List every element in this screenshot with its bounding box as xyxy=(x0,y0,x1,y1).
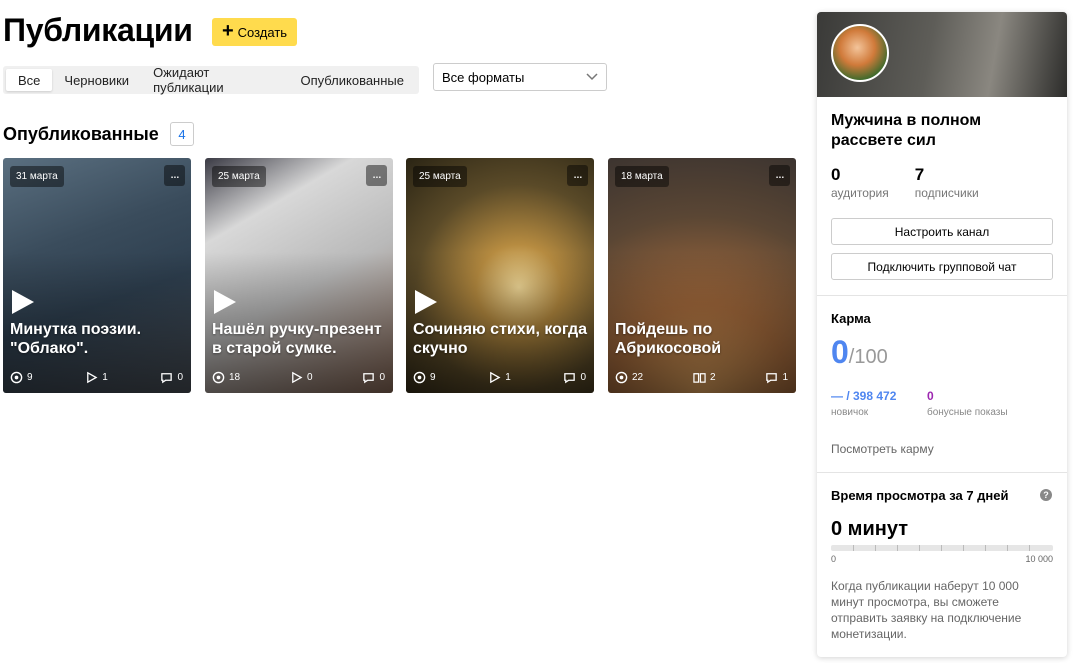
comment-icon xyxy=(564,373,576,384)
group-chat-button[interactable]: Подключить групповой чат xyxy=(831,253,1053,280)
progress-min: 0 xyxy=(831,554,837,564)
karma-bonus-value: 0 xyxy=(927,389,934,403)
channel-sidebar: Мужчина в полном рассвете сил 0 аудитори… xyxy=(817,12,1067,657)
subscribers-count: 7 xyxy=(914,165,925,184)
divider xyxy=(817,295,1067,296)
plus-icon: + xyxy=(221,20,234,42)
views-count: 9 xyxy=(430,372,436,383)
tab-all[interactable]: Все xyxy=(6,69,53,91)
section-title: Опубликованные xyxy=(3,124,159,144)
karma-title: Карма xyxy=(831,311,871,326)
plays-count: 0 xyxy=(307,372,313,383)
channel-cover xyxy=(817,12,1067,97)
card-stats: 9 1 0 xyxy=(413,371,586,384)
play-icon xyxy=(415,290,437,314)
tab-pending[interactable]: Ожидают публикации xyxy=(141,65,288,95)
card-stats: 18 0 0 xyxy=(212,371,385,384)
watch-time-title: Время просмотра за 7 дней xyxy=(831,488,1009,503)
view-karma-link[interactable]: Посмотреть карму xyxy=(831,442,934,456)
monetization-note: Когда публикации наберут 10 000 минут пр… xyxy=(831,579,1022,641)
play-icon xyxy=(292,371,303,384)
karma-bonus-label: бонусные показы xyxy=(927,407,1008,418)
book-icon xyxy=(693,373,706,383)
card-title: Минутка поэзии. "Облако". xyxy=(10,321,142,357)
channel-stats: 0 аудитория 7 подписчики xyxy=(831,165,979,200)
plays-count: 1 xyxy=(505,372,511,383)
more-icon[interactable]: ... xyxy=(567,165,588,186)
eye-icon xyxy=(10,371,23,384)
reads-count: 2 xyxy=(710,372,716,383)
page-title: Публикации xyxy=(3,12,193,48)
views-count: 22 xyxy=(632,372,644,383)
comment-icon xyxy=(161,373,173,384)
watch-time-value: 0 минут xyxy=(831,518,909,540)
card-stats: 22 2 1 xyxy=(615,371,788,384)
setup-channel-button[interactable]: Настроить канал xyxy=(831,218,1053,245)
eye-icon xyxy=(413,371,426,384)
watch-time-progress xyxy=(831,545,1053,551)
more-icon[interactable]: ... xyxy=(366,165,387,186)
play-icon xyxy=(490,371,501,384)
play-icon xyxy=(214,290,236,314)
format-select[interactable]: Все форматы xyxy=(433,63,607,91)
create-button-label: Создать xyxy=(237,24,288,40)
karma-rank: — / 398 472 новичок xyxy=(831,389,896,418)
karma-rank-label: новичок xyxy=(831,407,869,418)
publication-card[interactable]: 31 марта ... Минутка поэзии. "Облако". 9… xyxy=(3,158,191,393)
divider xyxy=(817,472,1067,473)
publication-card[interactable]: 25 марта ... Сочиняю стихи, когда скучно… xyxy=(406,158,594,393)
channel-name: Мужчина в полном рассвете сил xyxy=(831,112,982,149)
tab-published[interactable]: Опубликованные xyxy=(289,69,417,91)
progress-max: 10 000 xyxy=(1025,554,1053,564)
views-count: 9 xyxy=(27,372,33,383)
play-icon xyxy=(12,290,34,314)
karma-bonus: 0 бонусные показы xyxy=(927,389,1008,418)
eye-icon xyxy=(615,371,628,384)
views-count: 18 xyxy=(229,372,241,383)
subscribers-label: подписчики xyxy=(914,186,979,200)
publication-tabs: Все Черновики Ожидают публикации Опублик… xyxy=(3,65,419,95)
count-badge: 4 xyxy=(170,122,194,146)
eye-icon xyxy=(212,371,225,384)
tab-drafts[interactable]: Черновики xyxy=(52,69,141,91)
card-stats: 9 1 0 xyxy=(10,371,183,384)
comments-count: 0 xyxy=(177,372,183,383)
karma-rank-value: — / 398 472 xyxy=(831,389,897,403)
audience-count: 0 xyxy=(831,165,841,184)
comments-count: 0 xyxy=(580,372,586,383)
card-title: Пойдешь по Абрикосовой xyxy=(615,321,722,357)
card-date: 25 марта xyxy=(212,166,266,187)
publication-card[interactable]: 25 марта ... Нашёл ручку-презент в старо… xyxy=(205,158,393,393)
publication-card[interactable]: 18 марта ... Пойдешь по Абрикосовой 22 2… xyxy=(608,158,796,393)
chevron-down-icon xyxy=(586,73,598,81)
plays-count: 1 xyxy=(102,372,108,383)
card-date: 25 марта xyxy=(413,166,467,187)
card-date: 31 марта xyxy=(10,166,64,187)
format-select-value: Все форматы xyxy=(442,69,525,85)
comment-icon xyxy=(766,373,778,384)
karma-score: 0 xyxy=(831,334,849,370)
karma-value: 0/100 xyxy=(831,334,888,371)
audience-label: аудитория xyxy=(831,186,889,200)
more-icon[interactable]: ... xyxy=(769,165,790,186)
comments-count: 1 xyxy=(782,372,788,383)
help-icon[interactable]: ? xyxy=(1040,489,1052,501)
card-date: 18 марта xyxy=(615,166,669,187)
comments-count: 0 xyxy=(379,372,385,383)
avatar[interactable] xyxy=(831,24,889,82)
create-button[interactable]: + Создать xyxy=(212,18,297,46)
card-title: Сочиняю стихи, когда скучно xyxy=(413,321,588,357)
card-title: Нашёл ручку-презент в старой сумке. xyxy=(212,321,382,357)
more-icon[interactable]: ... xyxy=(164,165,185,186)
comment-icon xyxy=(363,373,375,384)
karma-max: /100 xyxy=(848,346,888,368)
play-icon xyxy=(87,371,98,384)
